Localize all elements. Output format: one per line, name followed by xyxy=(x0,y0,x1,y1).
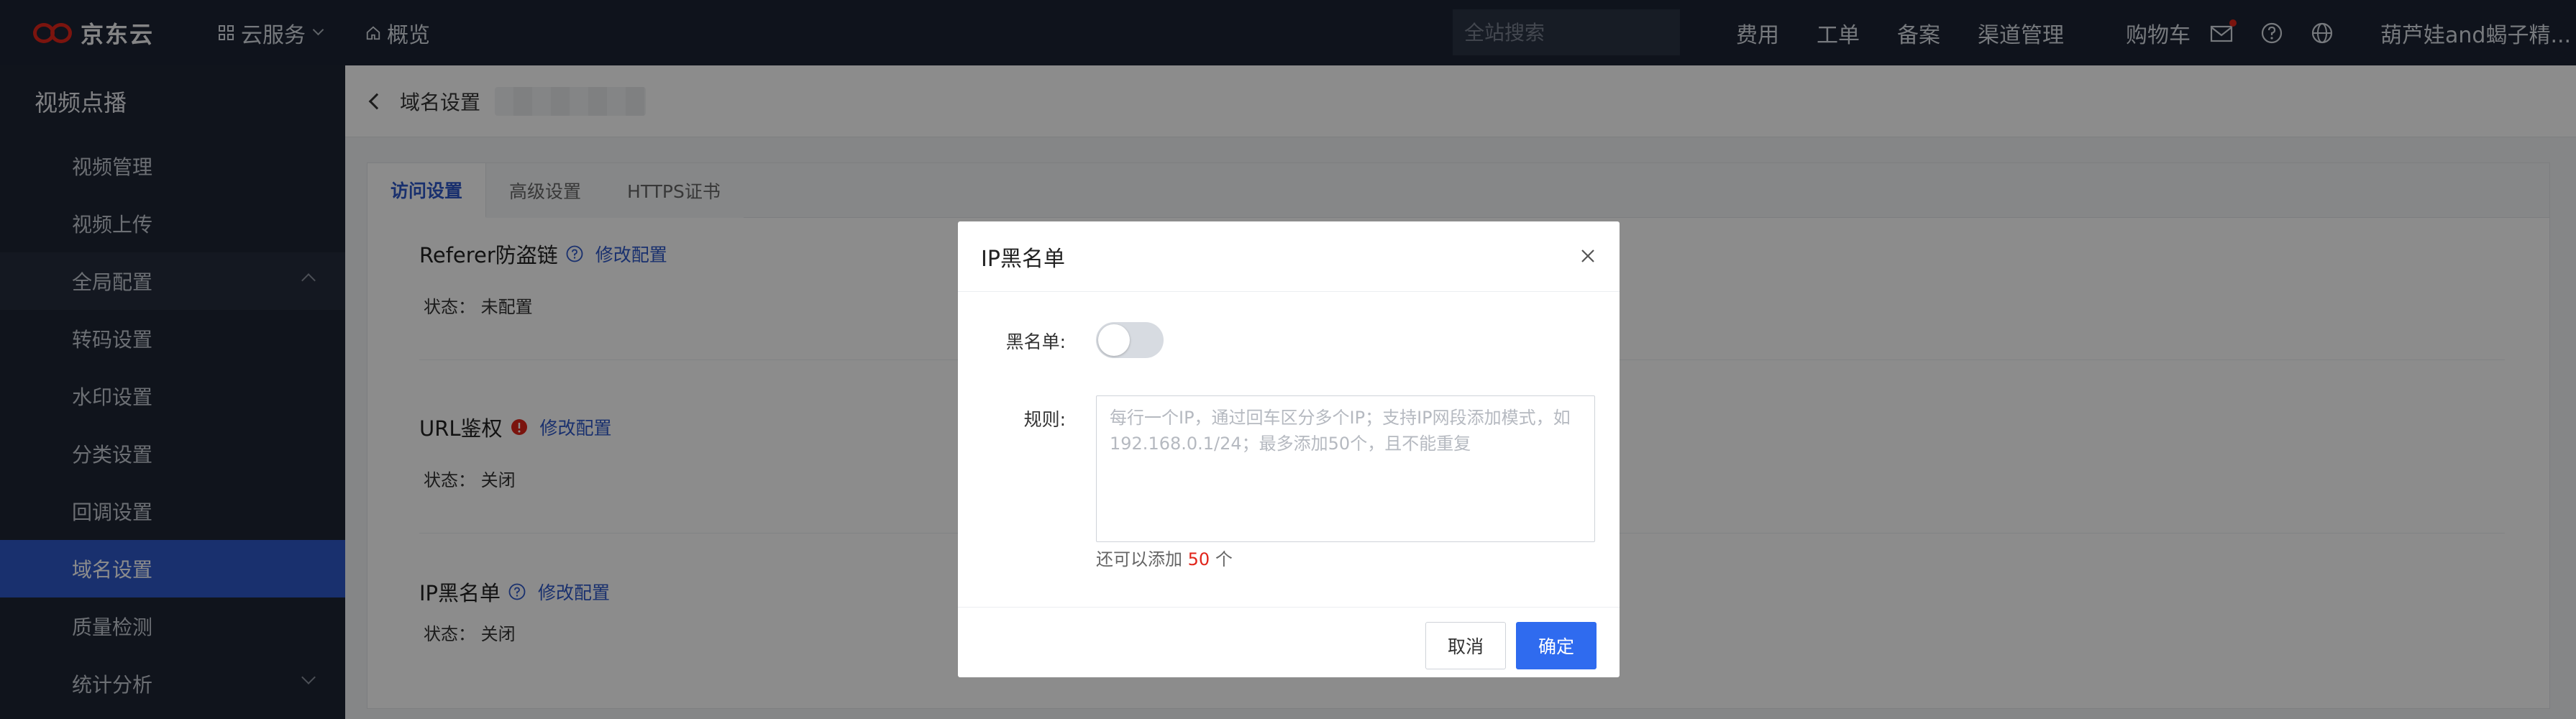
close-icon[interactable] xyxy=(1578,246,1598,266)
remaining-count: 50 xyxy=(1187,549,1210,569)
remaining-prefix: 还可以添加 xyxy=(1096,549,1182,569)
rules-textarea[interactable] xyxy=(1096,395,1595,542)
remaining-count-hint: 还可以添加 50 个 xyxy=(1096,545,1233,570)
blacklist-toggle[interactable] xyxy=(1096,322,1164,358)
dialog-footer: 取消 确定 xyxy=(958,607,1620,677)
dialog-header: IP黑名单 xyxy=(958,221,1620,292)
blacklist-label: 黑名单: xyxy=(1005,331,1066,352)
remaining-suffix: 个 xyxy=(1215,549,1233,569)
confirm-button[interactable]: 确定 xyxy=(1516,622,1597,669)
dialog-title: IP黑名单 xyxy=(981,246,1065,272)
cancel-button[interactable]: 取消 xyxy=(1425,622,1506,669)
ip-blacklist-dialog: IP黑名单 黑名单: 规则: 还可以添加 50 个 取消 确定 xyxy=(958,221,1620,677)
rules-label: 规则: xyxy=(1023,409,1066,430)
toggle-knob xyxy=(1098,324,1130,356)
